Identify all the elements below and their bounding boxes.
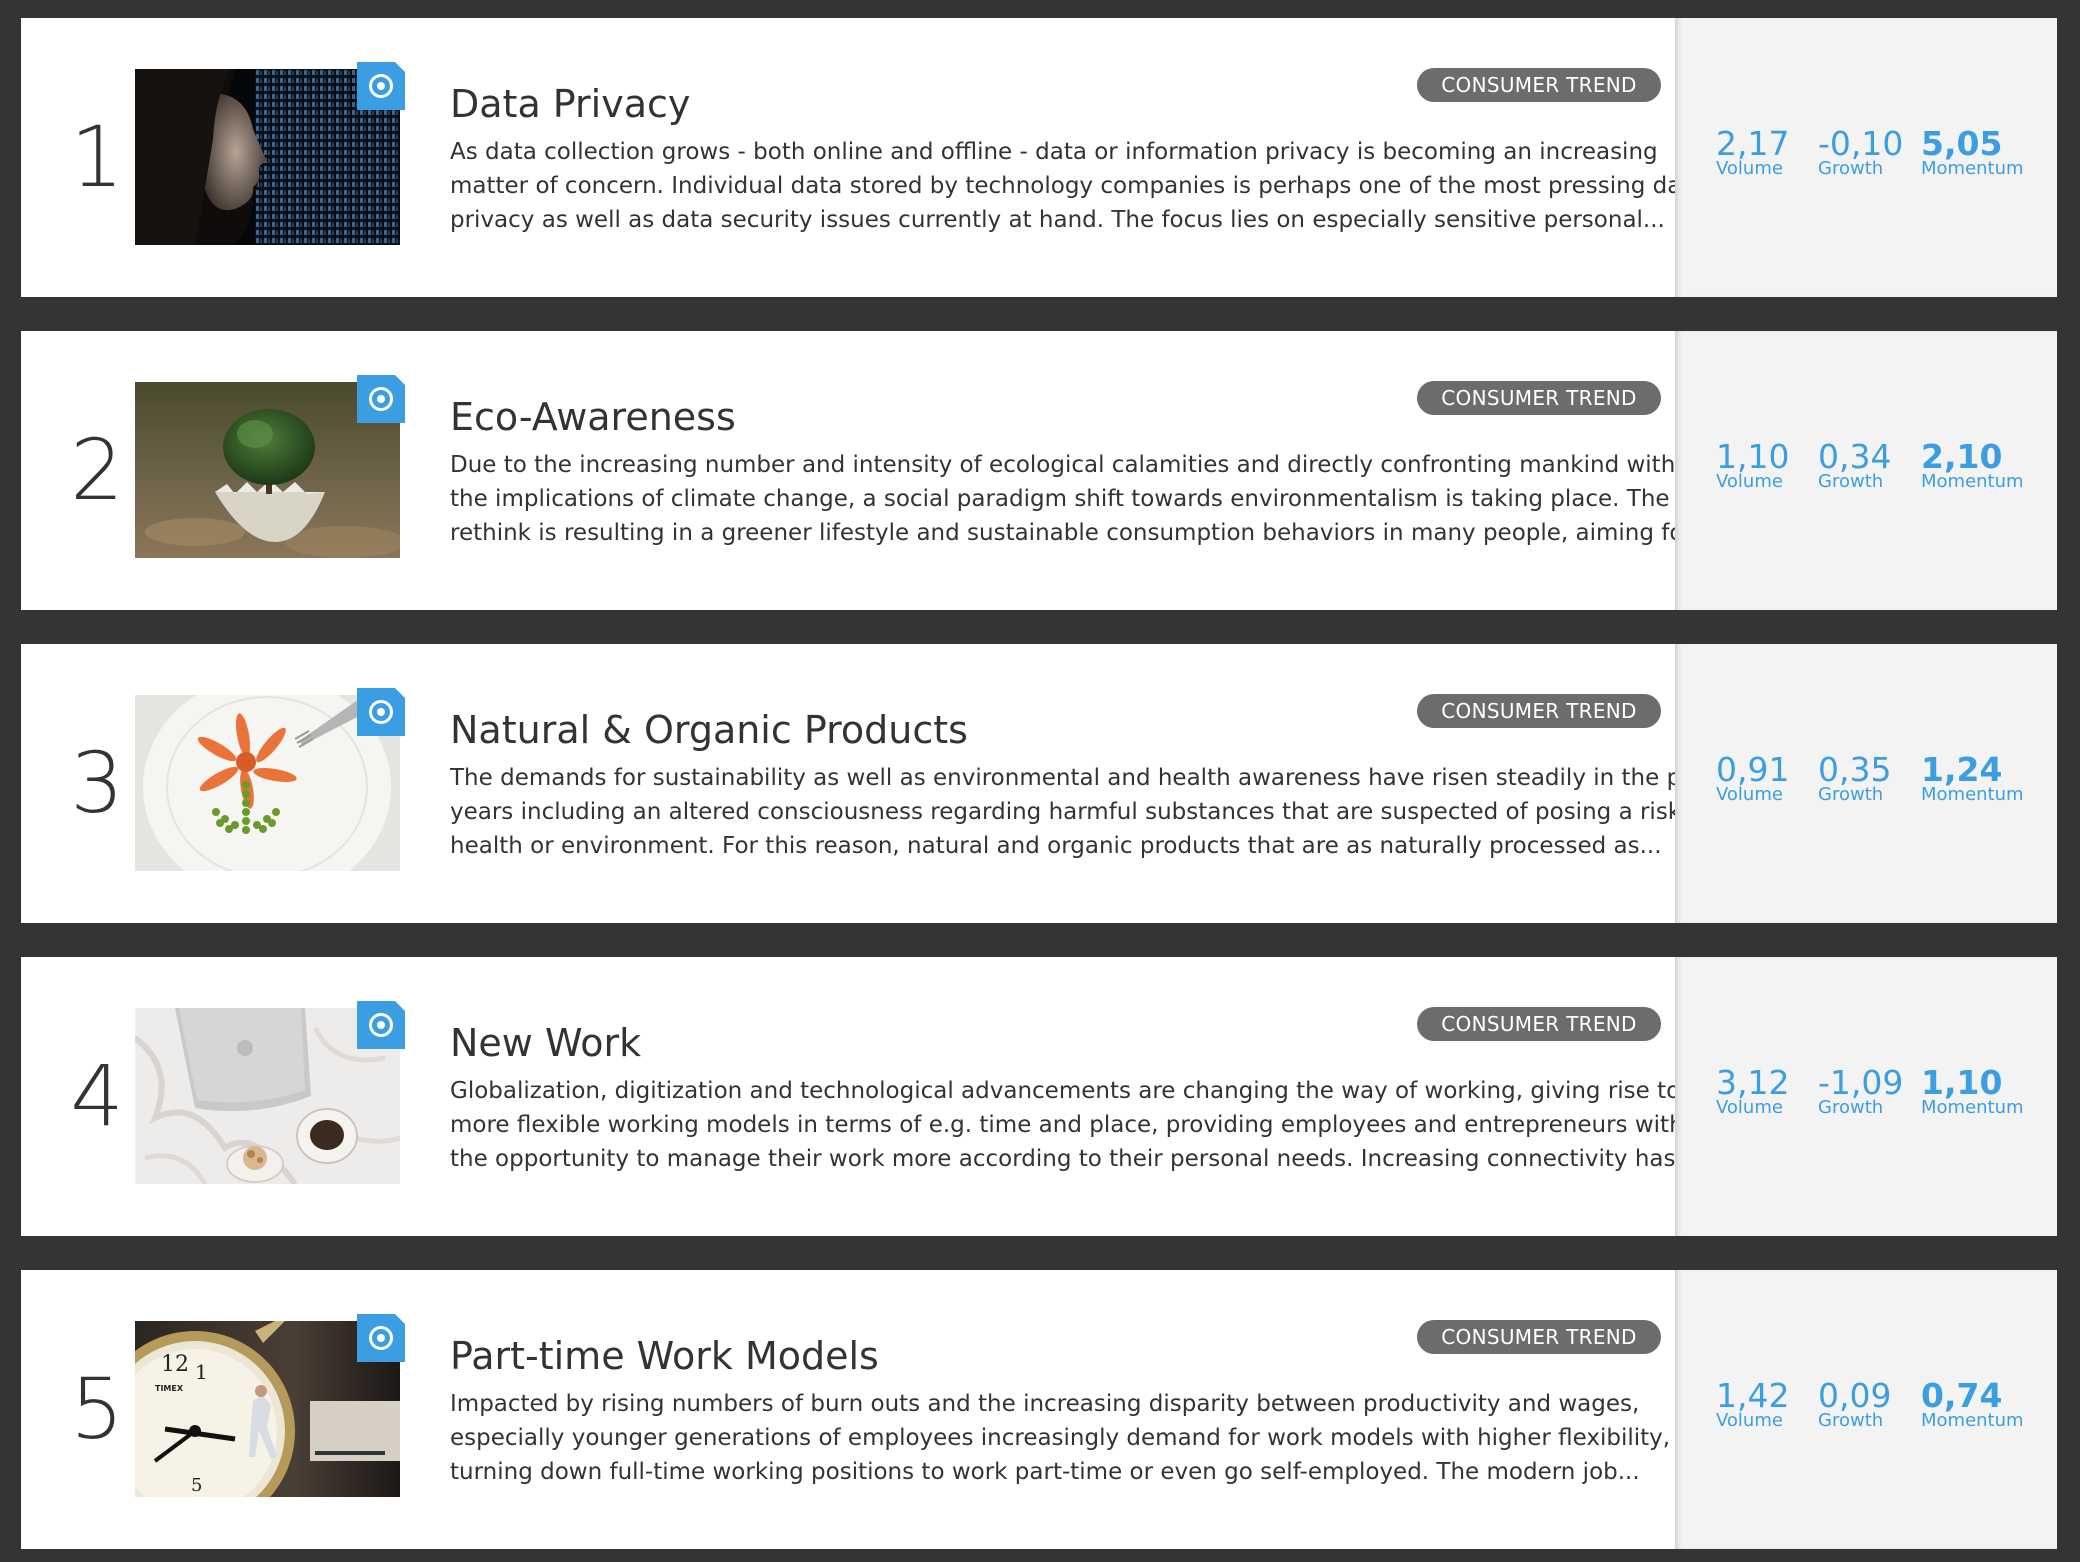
clock-number: 12 [161,1352,189,1377]
momentum-value: 0,74 [1921,1376,2003,1415]
trend-title[interactable]: Eco-Awareness [450,395,736,439]
growth-value: -0,10 [1818,124,1904,163]
volume-metric: 1,10 Volume [1716,439,1789,491]
volume-label: Volume [1716,1410,1783,1431]
description-line: more flexible working models in terms of… [450,1112,1684,1138]
description-line: Impacted by rising numbers of burn outs … [450,1391,1640,1417]
momentum-metric: 1,10 Momentum [1921,1065,2024,1117]
trend-title[interactable]: Data Privacy [450,82,690,126]
momentum-value: 2,10 [1921,437,2003,476]
volume-metric: 0,91 Volume [1716,752,1789,804]
trend-type-tag: CONSUMER TREND [1417,694,1661,728]
target-icon[interactable] [357,62,405,110]
description-line: especially younger generations of employ… [450,1425,1671,1451]
momentum-value: 1,10 [1921,1063,2003,1102]
description-line: years including an altered consciousness… [450,799,1712,825]
volume-label: Volume [1716,471,1783,492]
volume-value: 1,10 [1716,437,1790,476]
trend-description: Globalization, digitization and technolo… [450,1074,1698,1176]
momentum-label: Momentum [1921,471,2024,492]
momentum-metric: 2,10 Momentum [1921,439,2024,491]
trend-title[interactable]: Part-time Work Models [450,1334,879,1378]
growth-value: 0,09 [1818,1376,1892,1415]
trend-type-tag: CONSUMER TREND [1417,1007,1661,1041]
metrics-panel: 0,91 Volume 0,35 Growth 1,24 Momentum [1675,644,2057,923]
volume-metric: 1,42 Volume [1716,1378,1789,1430]
volume-value: 3,12 [1716,1063,1790,1102]
momentum-metric: 5,05 Momentum [1921,126,2024,178]
target-icon[interactable] [357,688,405,736]
volume-metric: 3,12 Volume [1716,1065,1789,1117]
description-line: The demands for sustainability as well a… [450,765,1717,791]
growth-value: 0,35 [1818,750,1892,789]
momentum-label: Momentum [1921,1097,2024,1118]
growth-metric: -1,09 Growth [1818,1065,1903,1117]
description-line: Globalization, digitization and technolo… [450,1078,1681,1104]
growth-metric: 0,34 Growth [1818,439,1891,491]
growth-metric: -0,10 Growth [1818,126,1903,178]
trend-description: Impacted by rising numbers of burn outs … [450,1387,1680,1489]
volume-label: Volume [1716,158,1783,179]
momentum-label: Momentum [1921,158,2024,179]
momentum-value: 1,24 [1921,750,2003,789]
momentum-metric: 1,24 Momentum [1921,752,2024,804]
target-icon[interactable] [357,1001,405,1049]
description-line: the opportunity to manage their work mor… [450,1146,1698,1172]
momentum-label: Momentum [1921,784,2024,805]
trend-card[interactable]: 3 Natural & Organic Products CONSUMER TR… [21,644,2057,923]
volume-value: 1,42 [1716,1376,1790,1415]
trend-title[interactable]: Natural & Organic Products [450,708,968,752]
target-icon[interactable] [357,375,405,423]
description-line: health or environment. For this reason, … [450,833,1662,859]
momentum-label: Momentum [1921,1410,2024,1431]
volume-value: 0,91 [1716,750,1790,789]
trend-type-tag: CONSUMER TREND [1417,381,1661,415]
trend-card[interactable]: 4 New Work CONSUMER TREND Globalization,… [21,957,2057,1236]
trend-description: As data collection grows - both online a… [450,135,1705,237]
description-line: turning down full-time working positions… [450,1459,1640,1485]
growth-value: 0,34 [1818,437,1892,476]
volume-metric: 2,17 Volume [1716,126,1789,178]
metrics-panel: 2,17 Volume -0,10 Growth 5,05 Momentum [1675,18,2057,297]
momentum-value: 5,05 [1921,124,2003,163]
growth-value: -1,09 [1818,1063,1904,1102]
description-line: rethink is resulting in a greener lifest… [450,520,1713,546]
clock-brand: TIMEX [155,1384,184,1393]
description-line: the implications of climate change, a so… [450,486,1670,512]
growth-label: Growth [1818,471,1884,492]
volume-label: Volume [1716,1097,1783,1118]
description-line: As data collection grows - both online a… [450,139,1658,165]
clock-number: 5 [191,1475,202,1496]
trend-card[interactable]: 2 Eco-Awareness CONSUMER TREND Due to th… [21,331,2057,610]
growth-metric: 0,09 Growth [1818,1378,1891,1430]
momentum-metric: 0,74 Momentum [1921,1378,2024,1430]
trend-card[interactable]: 5 12 1 5 TIMEX Part-time Work Models CON… [21,1270,2057,1549]
trend-card[interactable]: 1 Data Privacy CONSUMER TREND As data co… [21,18,2057,297]
trend-description: Due to the increasing number and intensi… [450,448,1713,550]
trend-type-tag: CONSUMER TREND [1417,68,1661,102]
metrics-panel: 1,10 Volume 0,34 Growth 2,10 Momentum [1675,331,2057,610]
growth-label: Growth [1818,1410,1884,1431]
description-line: matter of concern. Individual data store… [450,173,1705,199]
volume-value: 2,17 [1716,124,1790,163]
target-icon[interactable] [357,1314,405,1362]
metrics-panel: 1,42 Volume 0,09 Growth 0,74 Momentum [1675,1270,2057,1549]
growth-metric: 0,35 Growth [1818,752,1891,804]
volume-label: Volume [1716,784,1783,805]
description-line: privacy as well as data security issues … [450,207,1665,233]
description-line: Due to the increasing number and intensi… [450,452,1676,478]
clock-number: 1 [195,1360,208,1384]
metrics-panel: 3,12 Volume -1,09 Growth 1,10 Momentum [1675,957,2057,1236]
trend-description: The demands for sustainability as well a… [450,761,1717,863]
trend-title[interactable]: New Work [450,1021,641,1065]
growth-label: Growth [1818,784,1884,805]
trend-type-tag: CONSUMER TREND [1417,1320,1661,1354]
